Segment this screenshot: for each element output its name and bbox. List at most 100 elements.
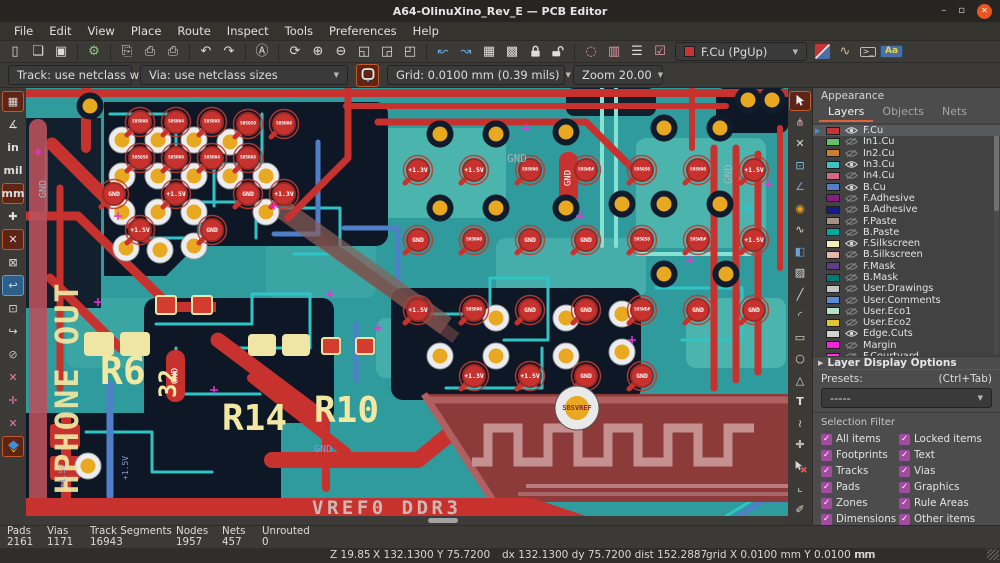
layer-color-swatch[interactable] — [826, 296, 840, 304]
zoom-in-icon[interactable]: ⊕ — [307, 42, 329, 62]
checkbox-checked-icon[interactable]: ✓ — [821, 466, 832, 477]
flip-board-icon[interactable]: ▩ — [501, 42, 523, 62]
polar-coords-icon[interactable]: ∡ — [2, 114, 24, 135]
units-mils-icon[interactable]: mil — [2, 160, 24, 181]
layer-row-user-drawings[interactable]: User.Drawings — [813, 283, 1000, 294]
zoom-select[interactable]: Zoom 20.00▼ — [573, 65, 663, 85]
menu-help[interactable]: Help — [405, 22, 447, 40]
page-settings-icon[interactable]: ⎘ — [116, 42, 138, 62]
layer-pair-icon[interactable] — [811, 42, 833, 62]
minimize-button[interactable]: – — [941, 6, 946, 16]
hide-crosshair-icon[interactable]: ✛ — [2, 390, 24, 411]
checkbox-checked-icon[interactable]: ✓ — [899, 514, 910, 525]
checkbox-checked-icon[interactable]: ✓ — [899, 498, 910, 509]
draw-line-icon[interactable]: ╱ — [789, 285, 811, 305]
place-footprint-icon[interactable]: ⊡ — [789, 156, 811, 176]
anchor-tool-icon[interactable]: ✚ — [789, 435, 811, 455]
sbsvref-via[interactable]: SBSVREF — [555, 386, 599, 430]
free-angle-mode-icon[interactable]: ✕ — [2, 229, 24, 250]
grid-select[interactable]: Grid: 0.0100 mm (0.39 mils)▼ — [387, 65, 565, 85]
refresh-icon[interactable]: ⟳ — [284, 42, 306, 62]
delete-tool-icon[interactable] — [789, 457, 811, 477]
highlight-net-icon[interactable]: ⋔ — [789, 113, 811, 133]
pcb-canvas[interactable]: GND GND S0SHA0S0SHA4S0SHA8S0SQS0S0SHA0S0… — [26, 88, 788, 516]
layer-color-swatch[interactable] — [826, 274, 840, 282]
print-icon[interactable]: ⎙ — [139, 42, 161, 62]
open-file-icon[interactable]: ❏ — [27, 42, 49, 62]
select-tool-icon[interactable] — [789, 91, 811, 111]
layer-row-margin[interactable]: Margin — [813, 340, 1000, 351]
checkbox-checked-icon[interactable]: ✓ — [821, 514, 832, 525]
eye-open-icon[interactable] — [845, 239, 858, 248]
layer-row-b-cu[interactable]: B.Cu — [813, 181, 1000, 192]
canvas-hscrollbar[interactable] — [26, 516, 788, 525]
eye-closed-icon[interactable] — [845, 217, 858, 226]
snap-90-mode-icon[interactable]: ⊠ — [2, 252, 24, 273]
menu-edit[interactable]: Edit — [41, 22, 79, 40]
layer-color-swatch[interactable] — [826, 240, 840, 248]
layer-color-swatch[interactable] — [826, 161, 840, 169]
filter-pads[interactable]: ✓Pads — [821, 481, 899, 493]
eye-closed-icon[interactable] — [845, 318, 858, 327]
hide-ratsnest-icon[interactable]: ⊘ — [2, 344, 24, 365]
menu-preferences[interactable]: Preferences — [321, 22, 405, 40]
menu-place[interactable]: Place — [123, 22, 170, 40]
checkbox-checked-icon[interactable]: ✓ — [821, 434, 832, 445]
layer-color-swatch[interactable] — [826, 149, 840, 157]
eye-closed-icon[interactable] — [845, 250, 858, 259]
layer-row-in4-cu[interactable]: In4.Cu — [813, 170, 1000, 181]
router-settings-icon[interactable]: ∿ — [834, 42, 856, 62]
checkbox-checked-icon[interactable]: ✓ — [899, 450, 910, 461]
eye-closed-icon[interactable] — [845, 273, 858, 282]
filter-vias[interactable]: ✓Vias — [899, 465, 992, 477]
menu-view[interactable]: View — [80, 22, 123, 40]
layer-row-user-eco2[interactable]: User.Eco2 — [813, 317, 1000, 328]
measure-tool-icon[interactable]: ✐ — [789, 500, 811, 520]
zoom-out-icon[interactable]: ⊖ — [330, 42, 352, 62]
eye-open-icon[interactable] — [845, 126, 858, 135]
place-via-icon[interactable]: ◉ — [789, 199, 811, 219]
tune-length-icon[interactable]: ∿ — [789, 220, 811, 240]
hide-unconnected-icon[interactable]: ✕ — [2, 367, 24, 388]
eye-closed-icon[interactable] — [845, 307, 858, 316]
layer-color-swatch[interactable] — [826, 206, 840, 214]
active-layer-select[interactable]: F.Cu (PgUp)▼ — [675, 42, 807, 61]
save-icon[interactable]: ▣ — [50, 42, 72, 62]
filter-zones[interactable]: ✓Zones — [821, 497, 899, 509]
menu-inspect[interactable]: Inspect — [219, 22, 277, 40]
layer-row-f-courtyard[interactable]: F.Courtyard — [813, 351, 1000, 356]
local-ratsnest-tool-icon[interactable]: ✕ — [789, 134, 811, 154]
eye-closed-icon[interactable] — [845, 171, 858, 180]
checkbox-checked-icon[interactable]: ✓ — [899, 466, 910, 477]
filter-all-items[interactable]: ✓All items — [821, 433, 899, 445]
draw-rectangle-icon[interactable]: ▭ — [789, 328, 811, 348]
view-back-icon[interactable]: ↜ — [432, 42, 454, 62]
plot-icon[interactable]: ⎙ — [162, 42, 184, 62]
zoom-fit-objects-icon[interactable]: ◲ — [376, 42, 398, 62]
layer-color-swatch[interactable] — [826, 251, 840, 259]
draw-arc-icon[interactable]: ◜ — [789, 306, 811, 326]
filter-footprints[interactable]: ✓Footprints — [821, 449, 899, 461]
board-setup-icon[interactable]: ⚙ — [83, 42, 105, 62]
filter-tracks[interactable]: ✓Tracks — [821, 465, 899, 477]
new-file-icon[interactable]: ▯ — [4, 42, 26, 62]
curved-ratsnest-icon[interactable]: ↪ — [2, 321, 24, 342]
layer-row-f-silkscreen[interactable]: F.Silkscreen — [813, 238, 1000, 249]
close-button[interactable]: ✕ — [977, 4, 992, 19]
draw-polygon-icon[interactable]: △ — [789, 371, 811, 391]
tab-objects[interactable]: Objects — [873, 104, 933, 122]
add-text-icon[interactable]: T — [789, 392, 811, 412]
track-width-select[interactable]: Track: use netclass width▼ — [8, 65, 132, 85]
layer-row-in1-cu[interactable]: In1.Cu — [813, 136, 1000, 147]
grid-toggle-icon[interactable]: ▦ — [2, 91, 24, 112]
layer-row-f-adhesive[interactable]: F.Adhesive — [813, 193, 1000, 204]
layer-row-user-comments[interactable]: User.Comments — [813, 294, 1000, 305]
drc-icon[interactable]: ◌ — [580, 42, 602, 62]
zoom-selection-icon[interactable]: ◰ — [399, 42, 421, 62]
layer-row-b-silkscreen[interactable]: B.Silkscreen — [813, 249, 1000, 260]
design-rules-check-icon[interactable]: ☑ — [649, 42, 671, 62]
add-dimension-icon[interactable]: ≀ — [789, 414, 811, 434]
layer-color-swatch[interactable] — [826, 138, 840, 146]
zoom-fit-page-icon[interactable]: ◱ — [353, 42, 375, 62]
draw-circle-icon[interactable]: ○ — [789, 349, 811, 369]
